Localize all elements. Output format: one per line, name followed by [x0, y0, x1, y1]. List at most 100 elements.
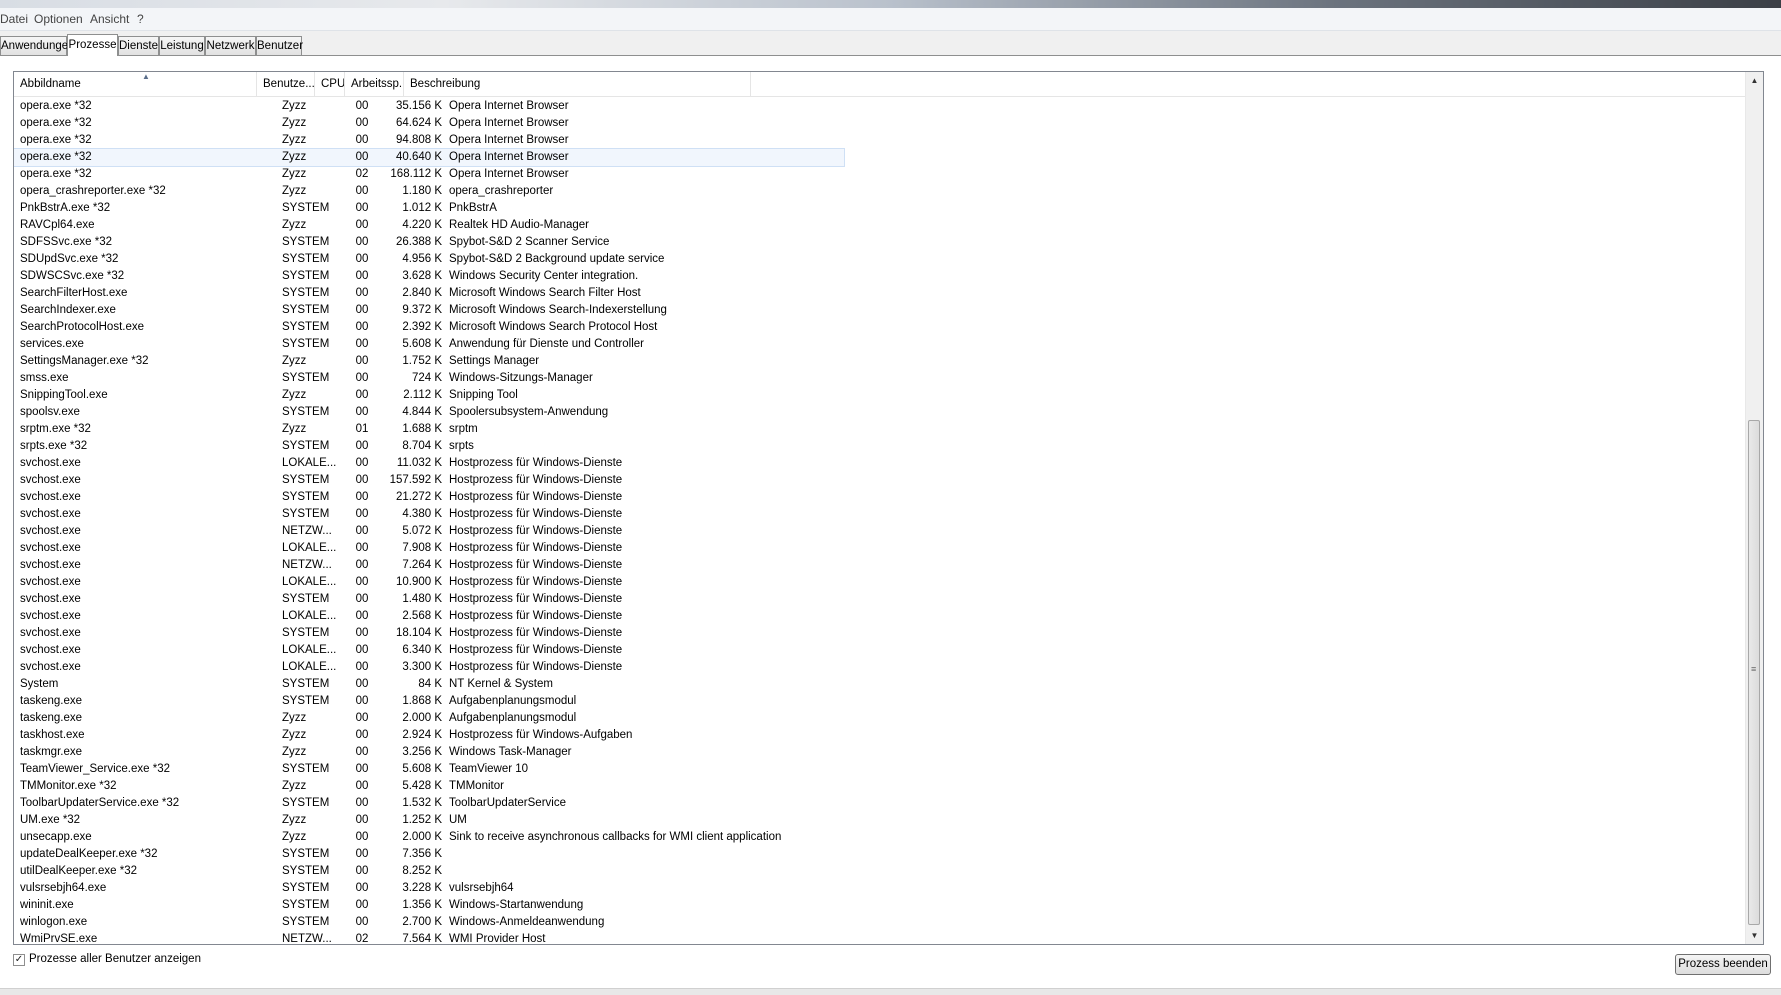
- table-row[interactable]: spoolsv.exe SYSTEM 00 4.844 K Spoolersubsyst…: [14, 404, 844, 421]
- process-description: Aufgabenplanungsmodul: [449, 695, 577, 707]
- process-description: Microsoft Windows Search Protocol Host: [449, 321, 658, 333]
- table-row[interactable]: taskmgr.exe Zyzz 00 3.256 K Windows Task-Man…: [14, 744, 844, 761]
- process-user: Zyzz: [282, 780, 307, 792]
- menu-datei[interactable]: Datei: [0, 12, 28, 26]
- table-row[interactable]: svchost.exe LOKALE... 00 11.032 K Hostprozes…: [14, 455, 844, 472]
- table-row[interactable]: opera.exe *32 Zyzz 02 168.112 K Opera Intern…: [14, 166, 844, 183]
- table-row[interactable]: srptm.exe *32 Zyzz 01 1.688 K srptm: [14, 421, 844, 438]
- tab-dienste[interactable]: Dienste: [118, 36, 159, 55]
- table-row[interactable]: winlogon.exe SYSTEM 00 2.700 K Windows-Anmel…: [14, 914, 844, 931]
- table-row[interactable]: SnippingTool.exe Zyzz 00 2.112 K Snipping To…: [14, 387, 844, 404]
- table-row[interactable]: ToolbarUpdaterService.exe *32 SYSTEM 00 1.5…: [14, 795, 844, 812]
- menu-help[interactable]: ?: [137, 12, 144, 26]
- table-row[interactable]: srpts.exe *32 SYSTEM 00 8.704 K srpts: [14, 438, 844, 455]
- scroll-down-arrow-icon[interactable]: ▼: [1746, 927, 1763, 944]
- process-user: SYSTEM: [282, 763, 330, 775]
- process-user: Zyzz: [282, 134, 307, 146]
- table-row[interactable]: SearchIndexer.exe SYSTEM 00 9.372 K Microsof…: [14, 302, 844, 319]
- process-memory: 5.608 K: [402, 338, 442, 350]
- table-row[interactable]: svchost.exe LOKALE... 00 7.908 K Hostprozess…: [14, 540, 844, 557]
- process-name: svchost.exe: [20, 525, 81, 537]
- table-row[interactable]: wininit.exe SYSTEM 00 1.356 K Windows-Starta…: [14, 897, 844, 914]
- process-cpu: 02: [355, 933, 369, 945]
- process-memory: 2.924 K: [402, 729, 442, 741]
- process-user: LOKALE...: [282, 644, 337, 656]
- table-row[interactable]: utilDealKeeper.exe *32 SYSTEM 00 8.252 K: [14, 863, 844, 880]
- column-header-user[interactable]: Benutze...: [257, 72, 315, 96]
- table-row[interactable]: svchost.exe LOKALE... 00 3.300 K Hostprozess…: [14, 659, 844, 676]
- process-description: Hostprozess für Windows-Dienste: [449, 627, 623, 639]
- process-user: Zyzz: [282, 151, 307, 163]
- table-row[interactable]: opera.exe *32 Zyzz 00 64.624 K Opera Interne…: [14, 115, 844, 132]
- menu-optionen[interactable]: Optionen: [34, 12, 83, 26]
- process-memory: 2.568 K: [402, 610, 442, 622]
- table-row[interactable]: UM.exe *32 Zyzz 00 1.252 K UM: [14, 812, 844, 829]
- table-row[interactable]: System SYSTEM 00 84 K NT Kernel & System: [14, 676, 844, 693]
- table-row[interactable]: updateDealKeeper.exe *32 SYSTEM 00 7.356 K: [14, 846, 844, 863]
- column-header-description[interactable]: Beschreibung: [404, 72, 751, 96]
- table-row[interactable]: opera_crashreporter.exe *32 Zyzz 00 1.180 K…: [14, 183, 844, 200]
- column-header-image-name[interactable]: Abbildname: [14, 72, 257, 96]
- table-row[interactable]: unsecapp.exe Zyzz 00 2.000 K Sink to receive…: [14, 829, 844, 846]
- scrollbar-thumb[interactable]: ≡: [1748, 420, 1760, 925]
- table-row[interactable]: svchost.exe LOKALE... 00 2.568 K Hostprozess…: [14, 608, 844, 625]
- table-row[interactable]: services.exe SYSTEM 00 5.608 K Anwendung für…: [14, 336, 844, 353]
- table-row[interactable]: SearchFilterHost.exe SYSTEM 00 2.840 K Micro…: [14, 285, 844, 302]
- table-row[interactable]: SDUpdSvc.exe *32 SYSTEM 00 4.956 K Spybot-S&…: [14, 251, 844, 268]
- table-row[interactable]: PnkBstrA.exe *32 SYSTEM 00 1.012 K PnkBstrA: [14, 200, 844, 217]
- process-description: Aufgabenplanungsmodul: [449, 712, 577, 724]
- table-row[interactable]: WmiPrvSE.exe NETZW... 02 7.564 K WMI Provide…: [14, 931, 844, 945]
- table-row[interactable]: svchost.exe SYSTEM 00 4.380 K Hostprozess fü…: [14, 506, 844, 523]
- table-row[interactable]: taskeng.exe Zyzz 00 2.000 K Aufgabenplanungs…: [14, 710, 844, 727]
- process-cpu: 00: [355, 576, 369, 588]
- process-name: RAVCpl64.exe: [20, 219, 95, 231]
- show-all-users-checkbox[interactable]: ✓: [13, 954, 25, 966]
- table-row[interactable]: opera.exe *32 Zyzz 00 94.808 K Opera Interne…: [14, 132, 844, 149]
- tab-anwendungen[interactable]: Anwendungen: [0, 36, 75, 55]
- table-row[interactable]: opera.exe *32 Zyzz 00 35.156 K Opera Interne…: [14, 98, 844, 115]
- table-row[interactable]: SettingsManager.exe *32 Zyzz 00 1.752 K Sett…: [14, 353, 844, 370]
- process-name: svchost.exe: [20, 559, 81, 571]
- table-row[interactable]: svchost.exe LOKALE... 00 6.340 K Hostprozess…: [14, 642, 844, 659]
- process-user: SYSTEM: [282, 440, 330, 452]
- table-row[interactable]: smss.exe SYSTEM 00 724 K Windows-Sitzungs-Ma…: [14, 370, 844, 387]
- table-row[interactable]: RAVCpl64.exe Zyzz 00 4.220 K Realtek HD Audi…: [14, 217, 844, 234]
- table-row[interactable]: SearchProtocolHost.exe SYSTEM 00 2.392 K Mic…: [14, 319, 844, 336]
- table-row[interactable]: SDFSSvc.exe *32 SYSTEM 00 26.388 K Spybot-S&…: [14, 234, 844, 251]
- process-memory: 6.340 K: [402, 644, 442, 656]
- end-process-button[interactable]: Prozess beenden: [1675, 954, 1771, 975]
- process-user: LOKALE...: [282, 610, 337, 622]
- tab-leistung[interactable]: Leistung: [159, 36, 205, 55]
- table-row[interactable]: svchost.exe LOKALE... 00 10.900 K Hostprozes…: [14, 574, 844, 591]
- table-row[interactable]: SDWSCSvc.exe *32 SYSTEM 00 3.628 K Windows S…: [14, 268, 844, 285]
- table-row[interactable]: svchost.exe SYSTEM 00 157.592 K Hostprozess …: [14, 472, 844, 489]
- table-row[interactable]: svchost.exe SYSTEM 00 18.104 K Hostprozess f…: [14, 625, 844, 642]
- table-row[interactable]: svchost.exe SYSTEM 00 1.480 K Hostprozess fü…: [14, 591, 844, 608]
- table-row[interactable]: TMMonitor.exe *32 Zyzz 00 5.428 K TMMonitor: [14, 778, 844, 795]
- table-row[interactable]: taskhost.exe Zyzz 00 2.924 K Hostprozess für…: [14, 727, 844, 744]
- scroll-up-arrow-icon[interactable]: ▲: [1746, 72, 1763, 89]
- column-header-memory[interactable]: Arbeitssp...: [345, 72, 404, 96]
- tab-netzwerk[interactable]: Netzwerk: [205, 36, 256, 55]
- table-row[interactable]: opera.exe *32 Zyzz 00 40.640 K Opera Interne…: [14, 148, 845, 167]
- table-row[interactable]: TeamViewer_Service.exe *32 SYSTEM 00 5.608 …: [14, 761, 844, 778]
- process-name: opera.exe *32: [20, 100, 92, 112]
- process-cpu: 00: [355, 151, 369, 163]
- table-row[interactable]: svchost.exe NETZW... 00 7.264 K Hostprozess …: [14, 557, 844, 574]
- table-row[interactable]: svchost.exe SYSTEM 00 21.272 K Hostprozess f…: [14, 489, 844, 506]
- tab-benutzer[interactable]: Benutzer: [256, 36, 303, 55]
- tab-prozesse[interactable]: Prozesse: [67, 34, 118, 56]
- table-row[interactable]: svchost.exe NETZW... 00 5.072 K Hostprozess …: [14, 523, 844, 540]
- show-all-users-label[interactable]: Prozesse aller Benutzer anzeigen: [29, 953, 201, 965]
- process-memory: 10.900 K: [395, 576, 442, 588]
- process-description: Spybot-S&D 2 Scanner Service: [449, 236, 610, 248]
- table-row[interactable]: taskeng.exe SYSTEM 00 1.868 K Aufgabenplanun…: [14, 693, 844, 710]
- table-row[interactable]: vulsrsebjh64.exe SYSTEM 00 3.228 K vulsrsebj…: [14, 880, 844, 897]
- column-header-cpu[interactable]: CPU: [315, 72, 345, 96]
- vertical-scrollbar[interactable]: ▲ ≡ ▼: [1745, 72, 1763, 944]
- process-list[interactable]: Abbildname ▲ Benutze... CPU Arbeitssp...…: [13, 71, 1764, 945]
- process-memory: 8.704 K: [402, 440, 442, 452]
- process-cpu: 00: [355, 491, 369, 503]
- process-description: vulsrsebjh64: [449, 882, 514, 894]
- menu-ansicht[interactable]: Ansicht: [90, 12, 129, 26]
